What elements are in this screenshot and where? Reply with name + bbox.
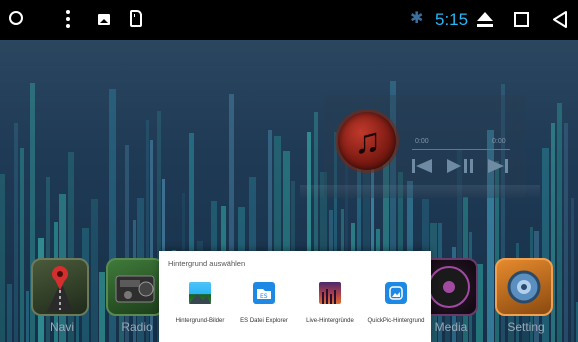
settings-gear-icon xyxy=(495,258,553,316)
overflow-menu-icon[interactable] xyxy=(66,10,70,30)
radio-icon xyxy=(106,258,164,316)
play-pause-icon[interactable] xyxy=(447,159,475,178)
sd-card-icon xyxy=(130,10,142,27)
next-icon[interactable] xyxy=(488,159,510,178)
image-notification-icon xyxy=(98,14,110,25)
option-es-datei-explorer[interactable]: ES ES Datei Explorer xyxy=(231,282,297,334)
music-note-icon[interactable]: ♫ xyxy=(338,112,396,170)
back-icon[interactable] xyxy=(552,11,568,28)
navigation-icon xyxy=(31,258,89,316)
live-wallpaper-icon xyxy=(319,282,341,304)
duration-time: 0:00 xyxy=(492,138,506,145)
option-quickpic-hintergrund[interactable]: QuickPic-Hintergrund xyxy=(363,282,429,334)
dock-label-navi: Navi xyxy=(49,320,74,334)
dock-item-setting[interactable]: Setting xyxy=(495,258,557,334)
circle-icon[interactable] xyxy=(9,11,23,25)
option-hintergrund-bilder[interactable]: Hintergrund-Bilder xyxy=(167,282,233,334)
previous-icon[interactable] xyxy=(412,159,434,178)
recent-apps-icon[interactable] xyxy=(514,12,529,27)
gallery-icon xyxy=(189,282,211,304)
es-file-explorer-icon: ES xyxy=(253,282,275,304)
elapsed-time: 0:00 xyxy=(415,138,429,145)
dock-item-navi[interactable]: Navi xyxy=(31,258,93,334)
clock: 5:15 xyxy=(435,10,469,29)
quickpic-icon xyxy=(385,282,407,304)
option-label-quickpic-hintergrund: QuickPic-Hintergrund xyxy=(367,318,425,324)
option-live-hintergruende[interactable]: Live-Hintergründe xyxy=(297,282,363,334)
svg-text:ES: ES xyxy=(260,293,268,300)
wallpaper-chooser-dialog: Hintergrund auswählen Hintergrund-Bilder… xyxy=(159,251,431,342)
widget-reflection xyxy=(300,185,540,199)
dock-label-setting: Setting xyxy=(507,320,545,334)
dialog-title: Hintergrund auswählen xyxy=(168,259,246,268)
status-bar: ✱ 5:15 xyxy=(0,0,578,40)
bluetooth-icon: ✱ xyxy=(410,10,424,27)
progress-bar[interactable] xyxy=(412,149,510,150)
eject-icon[interactable] xyxy=(477,12,493,28)
